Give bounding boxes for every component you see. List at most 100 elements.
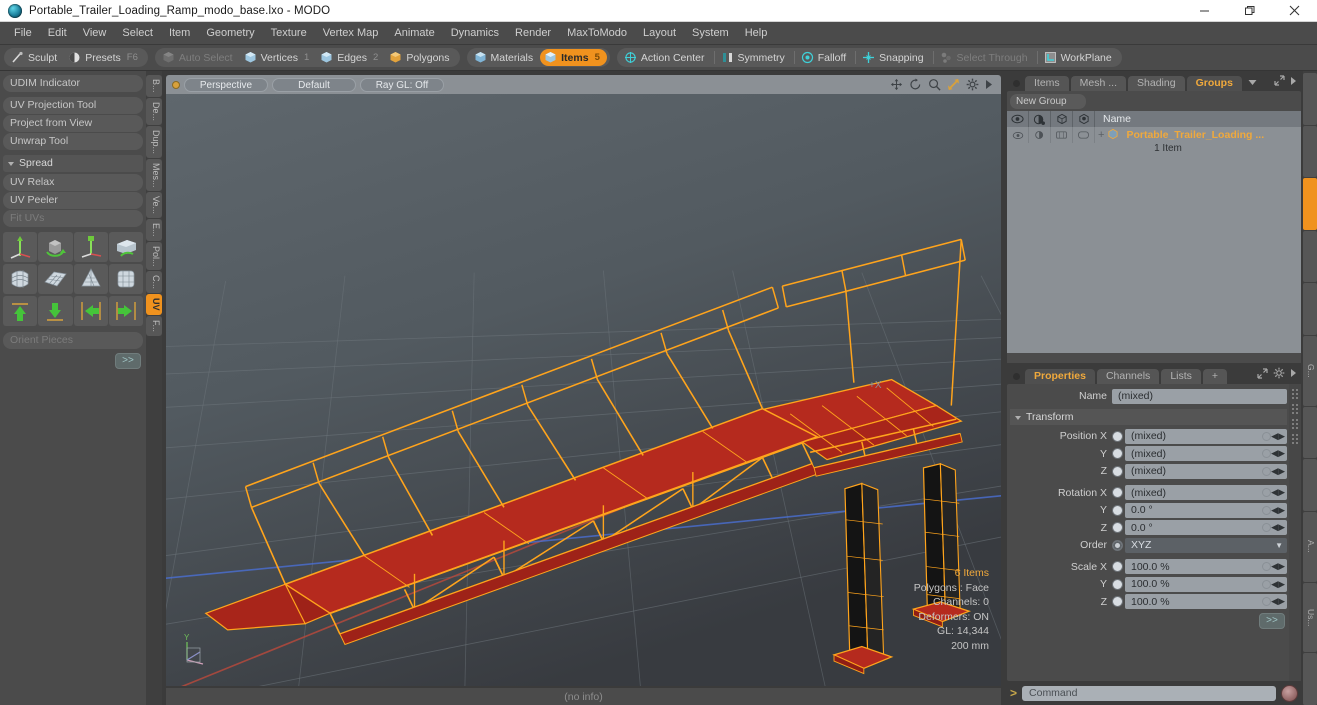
rvtab-1[interactable] [1303,125,1317,178]
uv-align-left-icon[interactable] [73,296,108,326]
row-render-toggle[interactable] [1029,127,1051,143]
menu-file[interactable]: File [6,22,40,45]
wireframe-icon[interactable] [1051,111,1073,127]
uv-peeler-button[interactable]: UV Peeler [3,192,143,209]
position-y-spinner[interactable]: ◀▶ [1271,448,1285,459]
viewport-3d[interactable]: +X Y 6 Items Polygons : Face Channels: 0… [166,94,1001,686]
uv-align-right-icon[interactable] [108,296,143,326]
render-icon[interactable] [1029,111,1051,127]
uv-flip-box-icon[interactable] [108,232,143,262]
rotation-z-field[interactable]: 0.0 ° ◀▶ [1125,520,1287,536]
order-key-toggle[interactable] [1112,539,1123,551]
row-wireframe-toggle[interactable] [1051,127,1073,143]
menu-vertex-map[interactable]: Vertex Map [315,22,387,45]
menu-geometry[interactable]: Geometry [198,22,262,45]
position-z-key-toggle[interactable] [1112,465,1123,477]
menu-animate[interactable]: Animate [386,22,442,45]
command-input[interactable]: Command [1022,685,1276,701]
drag-handle[interactable] [1291,418,1299,430]
falloff-button[interactable]: Falloff [797,49,853,66]
rotation-x-key-toggle[interactable] [1112,487,1123,499]
chevron-right-icon[interactable] [985,79,993,90]
items-mode-button[interactable]: Items 5 [540,49,607,66]
close-button[interactable] [1272,0,1317,22]
vtab-fur[interactable]: F... [146,315,162,336]
sculpt-button[interactable]: Sculpt [7,49,64,66]
position-y-field[interactable]: (mixed) ◀▶ [1125,446,1287,462]
position-y-key-toggle[interactable] [1112,448,1123,460]
record-icon[interactable] [1281,684,1298,702]
menu-layout[interactable]: Layout [635,22,684,45]
rvtab-animate[interactable]: A... [1303,511,1317,582]
action-center-button[interactable]: Action Center [620,49,712,66]
orient-pieces-button[interactable]: Orient Pieces [3,332,143,349]
uv-sphere-wrap-icon[interactable] [3,264,38,294]
presets-button[interactable]: Presets F6 [64,49,145,66]
view-mode-dropdown[interactable]: Perspective [184,77,268,92]
menu-maxtomodo[interactable]: MaxToModo [559,22,635,45]
shaded-icon[interactable] [1073,111,1095,127]
scale-y-spinner[interactable]: ◀▶ [1271,579,1285,590]
position-x-field[interactable]: (mixed) ◀▶ [1125,428,1287,444]
gear-icon[interactable] [1273,367,1285,382]
scale-z-key-toggle[interactable] [1112,596,1123,608]
scale-x-spinner[interactable]: ◀▶ [1271,561,1285,572]
position-z-spinner[interactable]: ◀▶ [1271,466,1285,477]
vertices-mode-button[interactable]: Vertices 1 [240,49,317,66]
tab-shading[interactable]: Shading [1128,76,1185,91]
position-z-field[interactable]: (mixed) ◀▶ [1125,463,1287,479]
rvtab-4[interactable] [1303,283,1317,335]
vtab-uv[interactable]: UV [146,294,162,315]
expand-properties-button[interactable]: >> [1259,613,1285,629]
uv-rotate-cube-icon[interactable] [38,232,73,262]
rvtab-user[interactable]: Us... [1303,582,1317,653]
symmetry-button[interactable]: Symmetry [717,49,792,66]
vtab-edge[interactable]: E... [146,219,162,241]
edges-mode-button[interactable]: Edges 2 [316,49,385,66]
move-view-icon[interactable] [890,78,903,91]
expand-row-toggle[interactable]: + [1095,129,1107,141]
rotate-view-icon[interactable] [909,78,922,91]
new-group-button[interactable]: New Group [1010,94,1086,109]
table-row[interactable]: + Portable_Trailer_Loading ... 1 Item [1007,127,1301,154]
rotation-y-spinner[interactable]: ◀▶ [1271,505,1285,516]
expand-icon[interactable] [1274,75,1285,89]
rvtab-7[interactable] [1303,459,1317,511]
groups-list[interactable]: + Portable_Trailer_Loading ... 1 Item [1007,127,1301,353]
tab-items[interactable]: Items [1025,76,1069,91]
order-dropdown[interactable]: XYZ ▼ [1125,537,1287,553]
rvtab-groups[interactable]: G... [1303,335,1317,406]
name-field[interactable]: (mixed) [1112,388,1287,404]
snapping-button[interactable]: Snapping [858,49,930,66]
rvtab-10[interactable] [1303,653,1317,705]
row-shaded-toggle[interactable] [1073,127,1095,143]
fit-uvs-button[interactable]: Fit UVs [3,210,143,227]
vtab-polygon[interactable]: Pol... [146,241,162,271]
expand-icon[interactable] [1257,367,1268,382]
menu-select[interactable]: Select [114,22,161,45]
udim-indicator-button[interactable]: UDIM Indicator [3,75,143,92]
uv-align-down-icon[interactable] [38,296,73,326]
section-spread[interactable]: Spread [3,155,143,172]
select-through-button[interactable]: Select Through [936,49,1035,66]
menu-system[interactable]: System [684,22,737,45]
rotation-x-field[interactable]: (mixed) ◀▶ [1125,485,1287,501]
gear-icon[interactable] [966,78,979,91]
vtab-basic[interactable]: B... [146,75,162,97]
minimize-button[interactable] [1182,0,1227,22]
tab-add[interactable]: + [1202,369,1228,384]
vtab-curve[interactable]: C... [146,271,162,294]
rotation-z-spinner[interactable]: ◀▶ [1271,522,1285,533]
scale-z-spinner[interactable]: ◀▶ [1271,596,1285,607]
tab-properties[interactable]: Properties [1025,369,1095,384]
vtab-deform[interactable]: De... [146,97,162,125]
panel-menu-dot[interactable] [1013,80,1020,87]
axis-gizmo[interactable]: Y [174,630,220,672]
menu-help[interactable]: Help [737,22,776,45]
rotation-z-key-toggle[interactable] [1112,522,1123,534]
menu-texture[interactable]: Texture [263,22,315,45]
row-eye-toggle[interactable] [1007,127,1029,143]
drag-handle[interactable] [1291,388,1299,400]
uv-cylinder-grid-icon[interactable] [108,264,143,294]
rotation-y-field[interactable]: 0.0 ° ◀▶ [1125,502,1287,518]
